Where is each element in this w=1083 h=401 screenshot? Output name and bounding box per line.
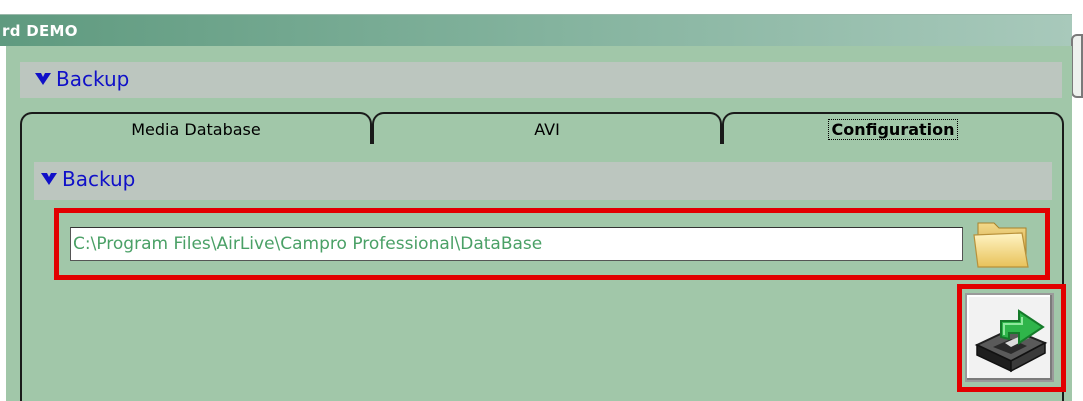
collapse-arrow-icon[interactable] (40, 164, 58, 198)
tab-configuration[interactable]: Configuration (722, 112, 1064, 144)
section-title: Backup (62, 167, 136, 191)
scrollbar-thumb[interactable] (1071, 34, 1083, 98)
tab-media-database[interactable]: Media Database (20, 112, 372, 144)
browse-folder-button[interactable] (970, 213, 1032, 273)
backup-subsection-header[interactable]: Backup (34, 162, 1052, 200)
window-title: rd DEMO (2, 22, 78, 40)
backup-path-value: C:\Program Files\AirLive\Campro Professi… (73, 234, 543, 254)
tab-label: AVI (534, 120, 560, 139)
top-strip (0, 0, 1083, 14)
backup-path-field[interactable]: C:\Program Files\AirLive\Campro Professi… (70, 227, 963, 261)
drive-export-icon (974, 309, 1048, 373)
collapse-arrow-icon[interactable] (34, 64, 52, 98)
window-titlebar[interactable]: rd DEMO (0, 14, 1072, 46)
tab-label: Configuration (828, 119, 958, 140)
tab-avi[interactable]: AVI (372, 112, 722, 144)
section-title: Backup (56, 67, 130, 91)
backup-section-header[interactable]: Backup (20, 62, 1062, 98)
start-backup-button[interactable] (965, 293, 1054, 382)
tab-label: Media Database (131, 120, 261, 139)
folder-icon (973, 222, 1029, 268)
